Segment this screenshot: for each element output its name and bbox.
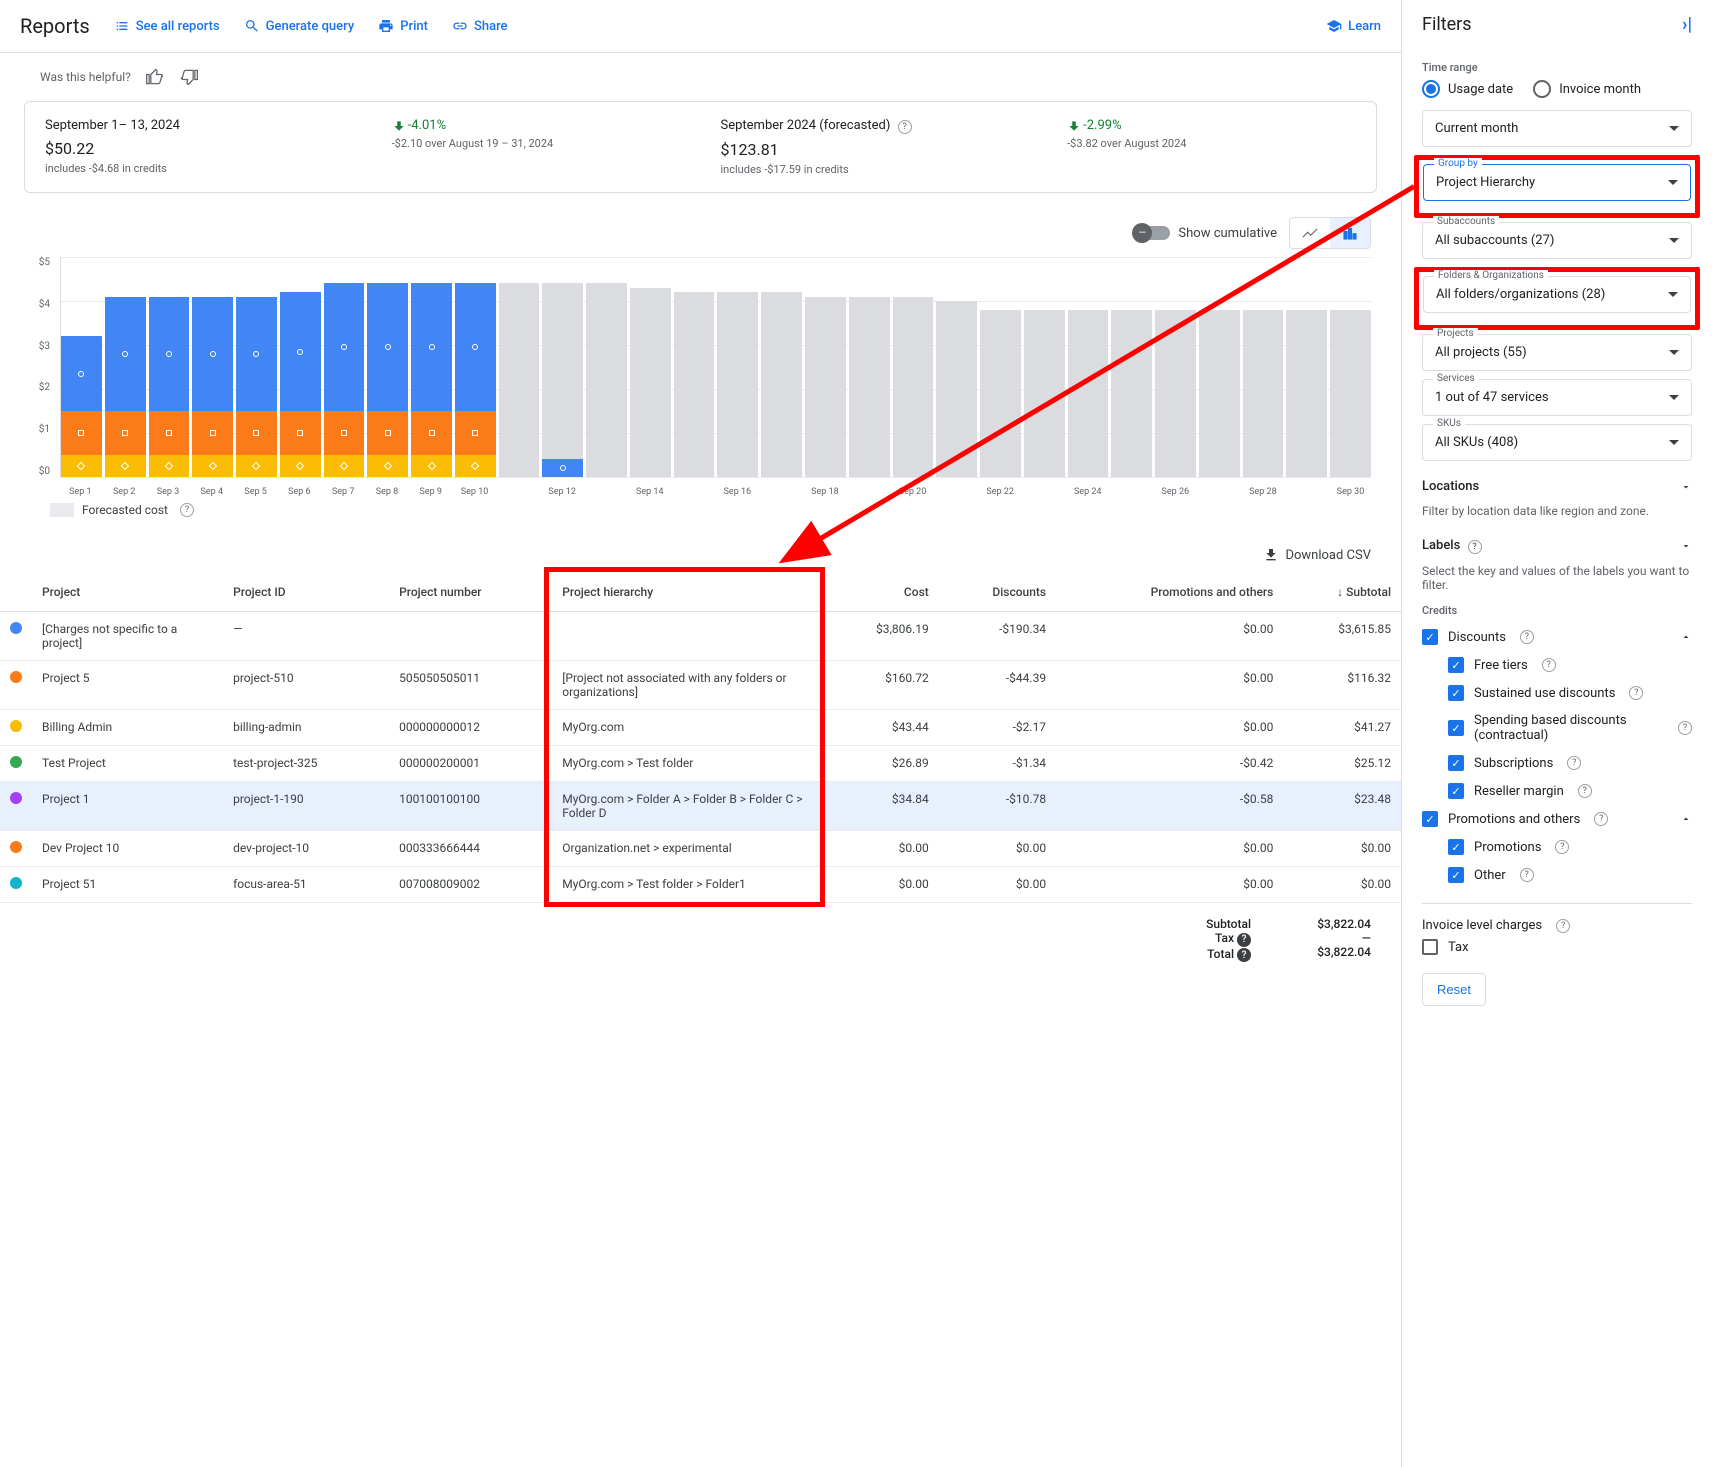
print-link[interactable]: Print: [378, 18, 428, 34]
cost-table: Project Project ID Project number Projec…: [0, 573, 1401, 903]
chevron-up-icon: [1680, 813, 1692, 825]
cost-chart: $5$4$3$2$1$0 Sep 1Sep 2Sep 3Sep 4Sep 5Se…: [0, 257, 1401, 497]
chevron-down-icon: [1680, 540, 1692, 552]
folders-select[interactable]: Folders & Organizations All folders/orga…: [1423, 276, 1691, 313]
arrow-down-icon: [392, 119, 406, 133]
info-icon[interactable]: ?: [1678, 721, 1692, 735]
table-row[interactable]: Test Project test-project-325 0000002000…: [0, 746, 1401, 782]
tax-checkbox[interactable]: Tax: [1422, 933, 1692, 961]
period1-amount: $50.22: [45, 139, 392, 158]
learn-link[interactable]: Learn: [1326, 18, 1381, 34]
period1-credits: includes -$4.68 in credits: [45, 162, 392, 175]
locations-section[interactable]: Locations: [1422, 469, 1692, 504]
thumbs-up-icon[interactable]: [145, 67, 165, 87]
see-all-reports-link[interactable]: See all reports: [114, 18, 220, 34]
filters-panel: Filters ›| Time range Usage date Invoice…: [1402, 0, 1712, 1467]
page-title: Reports: [20, 14, 90, 38]
subaccounts-select[interactable]: Subaccounts All subaccounts (27): [1422, 222, 1692, 259]
reports-header: Reports See all reports Generate query P…: [0, 0, 1401, 53]
col-promotions[interactable]: Promotions and others: [1056, 573, 1283, 612]
labels-section[interactable]: Labels ?: [1422, 528, 1692, 564]
info-icon[interactable]: ?: [1629, 686, 1643, 700]
list-icon: [114, 18, 130, 34]
download-icon: [1263, 547, 1279, 563]
table-row[interactable]: Dev Project 10 dev-project-10 0003336664…: [0, 831, 1401, 867]
line-chart-icon: [1301, 224, 1319, 242]
period2-title: September 2024 (forecasted) ?: [721, 118, 1068, 134]
period2-credits: includes -$17.59 in credits: [721, 163, 1068, 176]
generate-query-link[interactable]: Generate query: [244, 18, 355, 34]
info-icon[interactable]: ?: [1520, 630, 1534, 644]
free-tiers-checkbox[interactable]: Free tiers?: [1422, 651, 1692, 679]
info-icon[interactable]: ?: [1594, 812, 1608, 826]
table-row[interactable]: Project 51 focus-area-51 007008009002 My…: [0, 867, 1401, 903]
bar-chart-button[interactable]: [1330, 218, 1370, 248]
subscriptions-checkbox[interactable]: Subscriptions?: [1422, 749, 1692, 777]
line-chart-button[interactable]: [1290, 218, 1330, 248]
period2-amount: $123.81: [721, 140, 1068, 159]
info-icon[interactable]: ?: [180, 503, 194, 517]
period-select[interactable]: Current month: [1422, 110, 1692, 147]
invoice-month-radio[interactable]: Invoice month: [1533, 80, 1641, 98]
table-row[interactable]: Project 5 project-510 505050505011 [Proj…: [0, 661, 1401, 710]
legend-forecast: Forecasted cost ?: [0, 497, 1401, 523]
info-icon[interactable]: ?: [898, 120, 912, 134]
services-select[interactable]: Services 1 out of 47 services: [1422, 379, 1692, 416]
credits-label: Credits: [1422, 604, 1692, 617]
thumbs-down-icon[interactable]: [179, 67, 199, 87]
chevron-up-icon: [1680, 631, 1692, 643]
bar-chart-icon: [1341, 224, 1359, 242]
helpful-prompt: Was this helpful?: [0, 53, 1401, 101]
projects-select[interactable]: Projects All projects (55): [1422, 334, 1692, 371]
period2-delta: -2.99%: [1067, 118, 1356, 133]
print-icon: [378, 18, 394, 34]
filters-title: Filters: [1422, 14, 1472, 35]
share-link[interactable]: Share: [452, 18, 508, 34]
table-row[interactable]: [Charges not specific to a project] — $3…: [0, 612, 1401, 661]
col-hierarchy[interactable]: Project hierarchy: [552, 573, 823, 612]
spending-based-checkbox[interactable]: Spending based discounts (contractual)?: [1422, 707, 1692, 749]
period1-title: September 1– 13, 2024: [45, 118, 392, 133]
col-subtotal[interactable]: ↓ Subtotal: [1283, 573, 1401, 612]
col-project-number[interactable]: Project number: [389, 573, 552, 612]
usage-date-radio[interactable]: Usage date: [1422, 80, 1513, 98]
info-icon[interactable]: ?: [1237, 933, 1251, 947]
col-cost[interactable]: Cost: [823, 573, 939, 612]
table-row[interactable]: Project 1 project-1-190 100100100100 MyO…: [0, 782, 1401, 831]
link-icon: [452, 18, 468, 34]
chevron-down-icon: [1680, 481, 1692, 493]
search-icon: [244, 18, 260, 34]
promotions-others-checkbox[interactable]: Promotions and others?: [1422, 805, 1692, 833]
info-icon[interactable]: ?: [1556, 919, 1570, 933]
show-cumulative-toggle[interactable]: Show cumulative: [1134, 226, 1277, 241]
download-csv-button[interactable]: Download CSV: [1263, 547, 1371, 563]
sustained-use-checkbox[interactable]: Sustained use discounts?: [1422, 679, 1692, 707]
discounts-checkbox[interactable]: Discounts?: [1422, 623, 1692, 651]
period1-delta: -4.01%: [392, 118, 681, 133]
info-icon[interactable]: ?: [1468, 540, 1482, 554]
info-icon[interactable]: ?: [1520, 868, 1534, 882]
invoice-level-charges: Invoice level charges?: [1422, 918, 1692, 933]
summary-card: September 1– 13, 2024 $50.22 includes -$…: [24, 101, 1377, 193]
info-icon[interactable]: ?: [1578, 784, 1592, 798]
info-icon[interactable]: ?: [1542, 658, 1556, 672]
info-icon[interactable]: ?: [1555, 840, 1569, 854]
col-discounts[interactable]: Discounts: [939, 573, 1056, 612]
col-project-id[interactable]: Project ID: [223, 573, 389, 612]
info-icon[interactable]: ?: [1237, 948, 1251, 962]
table-row[interactable]: Billing Admin billing-admin 000000000012…: [0, 710, 1401, 746]
time-range-label: Time range: [1422, 61, 1692, 74]
grad-cap-icon: [1326, 18, 1342, 34]
promotions-checkbox[interactable]: Promotions?: [1422, 833, 1692, 861]
info-icon[interactable]: ?: [1567, 756, 1581, 770]
reset-button[interactable]: Reset: [1422, 973, 1486, 1006]
table-totals: Subtotal Tax ? Total ? $3,822.04 — $3,82…: [0, 903, 1401, 976]
col-project[interactable]: Project: [32, 573, 223, 612]
collapse-filters-icon[interactable]: ›|: [1682, 14, 1692, 35]
reseller-margin-checkbox[interactable]: Reseller margin?: [1422, 777, 1692, 805]
other-checkbox[interactable]: Other?: [1422, 861, 1692, 889]
group-by-select[interactable]: Group by Project Hierarchy: [1423, 164, 1691, 201]
arrow-down-icon: [1067, 119, 1081, 133]
skus-select[interactable]: SKUs All SKUs (408): [1422, 424, 1692, 461]
